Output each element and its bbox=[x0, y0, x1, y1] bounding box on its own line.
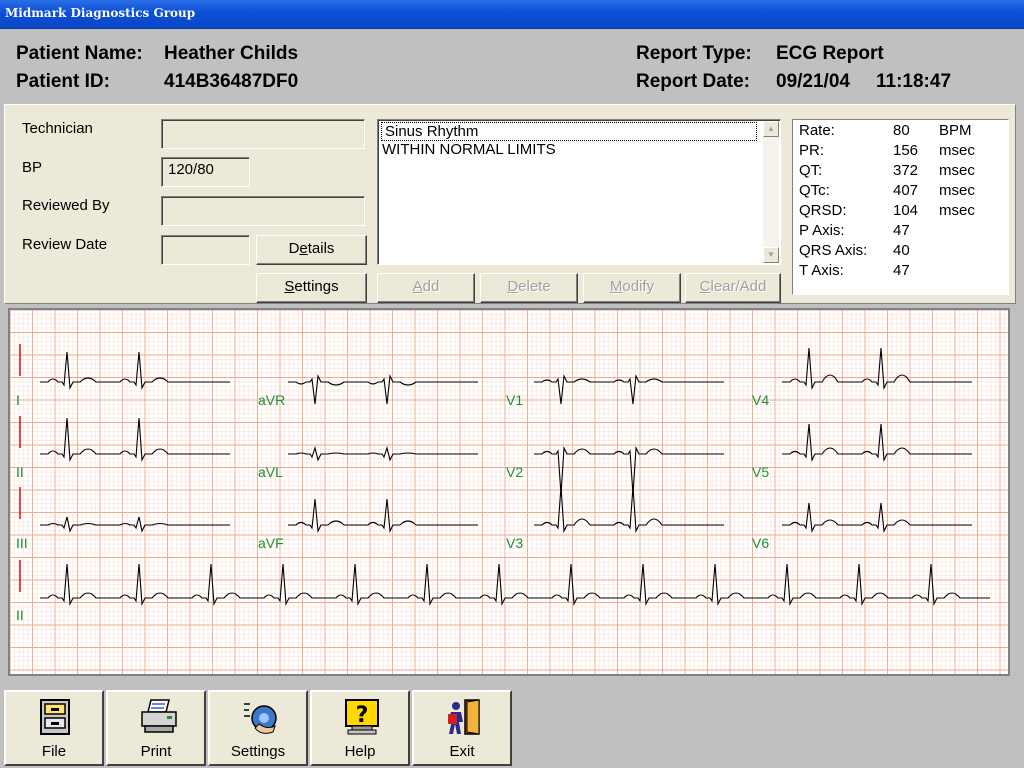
measurement-label: QTc: bbox=[799, 182, 830, 199]
lead-label-v4: V4 bbox=[752, 392, 770, 408]
measurement-unit: msec bbox=[939, 162, 975, 179]
bottom-toolbar: File Print Settings ? Help Exit bbox=[0, 686, 1024, 768]
report-type-label: Report Type: bbox=[636, 43, 752, 64]
lead-label-avl: aVL bbox=[258, 464, 283, 480]
svg-text:?: ? bbox=[356, 703, 369, 728]
lead-label-v6: V6 bbox=[752, 535, 770, 551]
lead-label-v1: V1 bbox=[506, 392, 524, 408]
patient-name-label: Patient Name: bbox=[16, 43, 143, 64]
exit-button[interactable]: Exit bbox=[412, 690, 512, 766]
measurement-value: 40 bbox=[893, 242, 910, 259]
ecg-grid-and-traces bbox=[10, 310, 1008, 674]
report-header: Patient Name: Heather Childs Patient ID:… bbox=[0, 29, 1024, 104]
delete-button[interactable]: Delete bbox=[480, 273, 578, 303]
help-button[interactable]: ? Help bbox=[310, 690, 410, 766]
reviewed-by-field[interactable] bbox=[161, 196, 365, 226]
help-button-label: Help bbox=[344, 743, 376, 760]
settings-toolbar-button[interactable]: Settings bbox=[208, 690, 308, 766]
print-button[interactable]: Print bbox=[106, 690, 206, 766]
measurement-value: 47 bbox=[893, 262, 910, 279]
lead-label-avr: aVR bbox=[258, 392, 286, 408]
patient-id-value: 414B36487DF0 bbox=[164, 71, 299, 92]
measurement-unit: msec bbox=[939, 182, 975, 199]
settings-toolbar-label: Settings bbox=[230, 743, 286, 760]
report-date-label: Report Date: bbox=[636, 71, 751, 92]
lead-label-v5: V5 bbox=[752, 464, 770, 480]
measurement-label: PR: bbox=[799, 142, 825, 159]
technician-field[interactable] bbox=[161, 119, 365, 149]
settings-dial-icon bbox=[244, 703, 277, 734]
measurement-unit: BPM bbox=[939, 122, 972, 139]
measurements-panel: Rate: 80 BPM PR: 156 msec QT: 372 msec QTc: 407… bbox=[792, 119, 1009, 295]
measurement-value: 47 bbox=[893, 222, 910, 239]
technician-label: Technician bbox=[22, 120, 93, 137]
lead-label-i: I bbox=[16, 392, 20, 408]
measurement-value: 104 bbox=[893, 202, 919, 219]
printer-icon bbox=[141, 699, 177, 733]
interpretation-list[interactable]: Sinus Rhythm WITHIN NORMAL LIMITS ▲ ▼ bbox=[377, 119, 781, 265]
lead-label-iii: III bbox=[16, 535, 28, 551]
ecg-background bbox=[10, 310, 1008, 674]
lead-label-v3: V3 bbox=[506, 535, 524, 551]
report-type-value: ECG Report bbox=[776, 43, 884, 64]
measurement-unit: msec bbox=[939, 142, 975, 159]
lead-label-ii: II bbox=[16, 464, 24, 480]
print-button-label: Print bbox=[140, 743, 172, 760]
measurement-label: P Axis: bbox=[799, 222, 845, 239]
review-date-field[interactable] bbox=[161, 235, 250, 265]
measurement-value: 407 bbox=[893, 182, 919, 199]
bp-label: BP bbox=[22, 159, 43, 176]
measurement-value: 372 bbox=[893, 162, 919, 179]
file-button[interactable]: File bbox=[4, 690, 104, 766]
scroll-up-icon[interactable]: ▲ bbox=[763, 121, 779, 137]
report-date-value: 09/21/04 bbox=[776, 71, 850, 92]
window-title: Midmark Diagnostics Group bbox=[5, 6, 196, 20]
details-button[interactable]: Details bbox=[256, 235, 367, 265]
measurement-label: Rate: bbox=[799, 122, 835, 139]
measurement-label: QRS Axis: bbox=[799, 242, 868, 259]
review-date-label: Review Date bbox=[22, 236, 108, 253]
measurement-label: QRSD: bbox=[799, 202, 847, 219]
patient-name-value: Heather Childs bbox=[164, 43, 299, 64]
lead-label-avf: aVF bbox=[258, 535, 284, 551]
bp-field[interactable]: 120/80 bbox=[161, 157, 250, 187]
measurement-label: QT: bbox=[799, 162, 823, 179]
lead-label-rhythm-ii: II bbox=[16, 607, 24, 623]
measurement-value: 80 bbox=[893, 122, 910, 139]
report-time-value: 11:18:47 bbox=[876, 71, 952, 92]
settings-button[interactable]: Settings bbox=[256, 273, 367, 303]
measurement-label: T Axis: bbox=[799, 262, 844, 279]
title-bar: Midmark Diagnostics Group bbox=[0, 0, 1024, 29]
exit-door-icon bbox=[448, 699, 480, 735]
modify-button[interactable]: Modify bbox=[583, 273, 681, 303]
ecg-display: I aVR V1 V4 II aVL V2 V5 III aVF V3 V6 I… bbox=[8, 308, 1010, 676]
help-question-icon: ? bbox=[345, 699, 379, 735]
exit-button-label: Exit bbox=[449, 743, 475, 760]
clear-add-button[interactable]: Clear/Add bbox=[685, 273, 781, 303]
reviewed-by-label: Reviewed By bbox=[22, 197, 110, 214]
measurement-value: 156 bbox=[893, 142, 919, 159]
list-scrollbar[interactable]: ▲ ▼ bbox=[763, 121, 779, 263]
measurement-unit: msec bbox=[939, 202, 975, 219]
file-button-label: File bbox=[41, 743, 67, 760]
lead-label-v2: V2 bbox=[506, 464, 524, 480]
interpretation-item-1[interactable]: Sinus Rhythm bbox=[381, 122, 757, 141]
patient-id-label: Patient ID: bbox=[16, 71, 110, 92]
file-cabinet-icon bbox=[40, 699, 70, 735]
add-button[interactable]: Add bbox=[377, 273, 475, 303]
interpretation-item-2[interactable]: WITHIN NORMAL LIMITS bbox=[382, 141, 556, 158]
scroll-down-icon[interactable]: ▼ bbox=[763, 247, 779, 263]
